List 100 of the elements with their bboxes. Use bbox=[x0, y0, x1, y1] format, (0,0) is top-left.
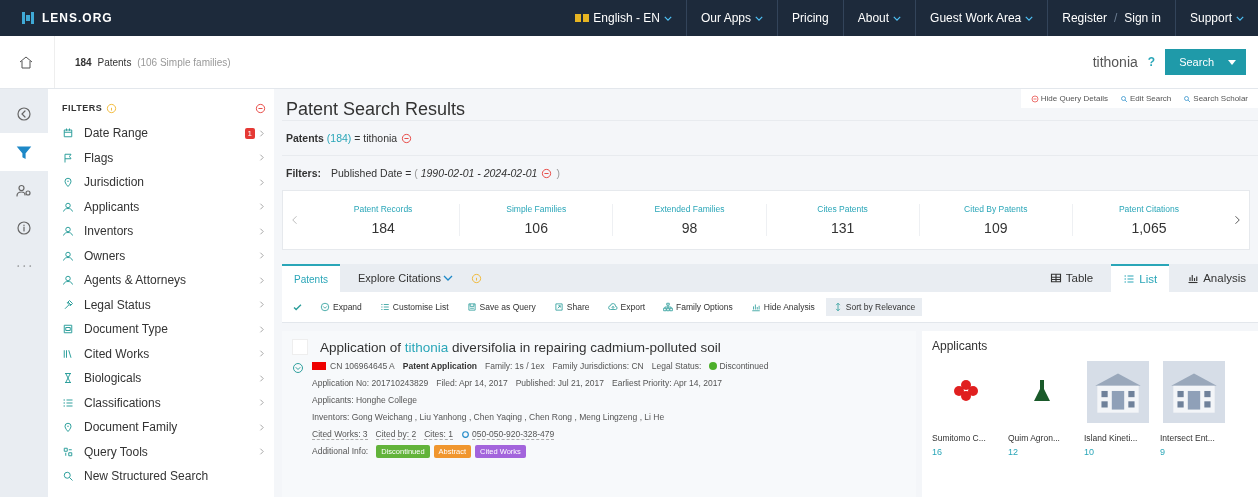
toolbar-button[interactable]: Save as Query bbox=[459, 298, 543, 316]
toolbar-button[interactable]: Expand bbox=[313, 298, 369, 316]
stat-tab[interactable]: Patent Records 184 bbox=[307, 204, 460, 236]
stat-tab[interactable]: Cited By Patents 109 bbox=[918, 204, 1072, 236]
applicant-count: 12 bbox=[1008, 447, 1019, 457]
filter-label: Flags bbox=[84, 150, 115, 165]
sign-in-link[interactable]: Sign in bbox=[1124, 11, 1161, 25]
applicants-line: Applicants: Honghe College bbox=[312, 395, 417, 405]
view-tab[interactable]: Analysis bbox=[1175, 264, 1258, 292]
stat-tab[interactable]: Extended Families 98 bbox=[612, 204, 766, 236]
caret-icon[interactable] bbox=[1228, 59, 1236, 65]
result-title[interactable]: Application of tithonia diversifolia in repairing cadmium-polluted soil bbox=[320, 339, 721, 355]
register-link[interactable]: Register bbox=[1062, 11, 1107, 25]
person-icon bbox=[62, 200, 74, 213]
citation-count-link[interactable]: Cited Works: 3 bbox=[312, 428, 368, 440]
lens-logo-icon bbox=[20, 10, 36, 26]
query-link[interactable]: Hide Query Details bbox=[1030, 94, 1108, 103]
filter-label: Classifications bbox=[84, 395, 162, 410]
list-icon bbox=[1123, 273, 1136, 285]
stat-label: Cites Patents bbox=[817, 204, 868, 214]
clear-filters-icon[interactable] bbox=[255, 102, 266, 114]
remove-icon[interactable] bbox=[541, 167, 553, 179]
expand-icon[interactable] bbox=[292, 362, 304, 374]
cloud-upload-icon bbox=[607, 302, 618, 312]
hierarchy-icon bbox=[663, 302, 674, 312]
applicant-count: 10 bbox=[1084, 447, 1095, 457]
applicant-name[interactable]: Quim Agron... bbox=[1008, 433, 1076, 443]
site-logo[interactable]: LENS.ORG bbox=[42, 11, 113, 25]
patent-detail: Published: Jul 21, 2017 bbox=[515, 378, 604, 388]
filter-item[interactable]: Cited Works bbox=[62, 341, 266, 366]
query-link[interactable]: Edit Search bbox=[1119, 94, 1172, 103]
filter-item[interactable]: Query Tools bbox=[62, 439, 266, 464]
toolbar-button[interactable]: Share bbox=[546, 298, 597, 316]
query-link[interactable]: Search Scholar bbox=[1183, 94, 1248, 103]
filter-item[interactable]: Document Type bbox=[62, 317, 266, 342]
tab[interactable]: Explore Citations bbox=[345, 264, 466, 292]
family-jurisdictions: Family Jurisdictions: CN bbox=[552, 361, 644, 371]
stat-tab[interactable]: Cites Patents 131 bbox=[765, 204, 919, 236]
bar-chart-icon bbox=[1187, 272, 1200, 284]
tools-icon bbox=[62, 445, 74, 458]
toolbar-button[interactable]: Sort by Relevance bbox=[825, 298, 923, 316]
filter-item[interactable]: Owners bbox=[62, 243, 266, 268]
lens-id-icon bbox=[461, 429, 471, 439]
flag-icon bbox=[312, 362, 326, 370]
applicant-count: 16 bbox=[932, 447, 943, 457]
applicant-name[interactable]: Island Kineti... bbox=[1084, 433, 1152, 443]
legal-status-label: Legal Status: bbox=[651, 361, 702, 371]
location-pin-icon bbox=[62, 176, 74, 189]
filter-item[interactable]: Biologicals bbox=[62, 366, 266, 391]
applicant-name[interactable]: Intersect Ent... bbox=[1160, 433, 1228, 443]
filter-icon[interactable] bbox=[0, 133, 48, 171]
filter-item[interactable]: Classifications bbox=[62, 390, 266, 415]
search-query[interactable]: tithonia bbox=[1092, 54, 1138, 70]
filter-item[interactable]: Inventors bbox=[62, 219, 266, 244]
applicant-name[interactable]: Sumitomo C... bbox=[932, 433, 1000, 443]
filter-item[interactable]: Jurisdiction bbox=[62, 170, 266, 195]
select-all-check-icon[interactable] bbox=[292, 301, 303, 313]
filter-item[interactable]: Applicants bbox=[62, 194, 266, 219]
filter-item[interactable]: Flags bbox=[62, 145, 266, 170]
inventors-line: Inventors: Gong Weichang , Liu Yanhong , Chen Yaqing , Chen Rong , Meng Lingzeng , Li He bbox=[312, 412, 665, 422]
filters-heading: FILTERS bbox=[62, 103, 103, 113]
stat-tab[interactable]: Simple Families 106 bbox=[459, 204, 613, 236]
gavel-icon bbox=[62, 298, 74, 311]
search-icon bbox=[1119, 94, 1128, 103]
citation-count-link[interactable]: Cited by: 2 bbox=[375, 428, 417, 440]
patent-detail: Filed: Apr 14, 2017 bbox=[436, 378, 508, 388]
separator: / bbox=[1112, 11, 1119, 25]
toolbar-button[interactable]: Family Options bbox=[656, 298, 740, 316]
filter-item[interactable]: Date Range 1 bbox=[62, 121, 266, 146]
filter-item[interactable]: Document Family bbox=[62, 415, 266, 440]
stat-value: 184 bbox=[371, 220, 395, 236]
patent-number: CN 106964645 A bbox=[330, 361, 395, 371]
books-icon bbox=[62, 347, 74, 360]
applicants-heading: Applicants bbox=[932, 339, 989, 353]
filter-label: Owners bbox=[84, 248, 127, 263]
citation-count-link[interactable]: Cites: 1 bbox=[424, 428, 454, 440]
filter-item[interactable]: Legal Status bbox=[62, 292, 266, 317]
toolbar-button[interactable]: Export bbox=[600, 298, 653, 316]
view-tab[interactable]: Table bbox=[1037, 264, 1106, 292]
info-icon[interactable] bbox=[106, 102, 118, 114]
stat-value: 131 bbox=[830, 220, 855, 236]
toolbar-button[interactable]: Customise List bbox=[372, 298, 456, 316]
language-menu[interactable]: English - EN bbox=[561, 0, 686, 36]
stat-label: Patent Records bbox=[353, 204, 413, 214]
info-icon[interactable] bbox=[471, 272, 483, 284]
stat-tab[interactable]: Patent Citations 1,065 bbox=[1071, 204, 1226, 236]
filter-item[interactable]: New Structured Search bbox=[62, 464, 266, 489]
filter-label: Jurisdiction bbox=[84, 175, 146, 190]
filters-label: Filters: bbox=[286, 167, 321, 179]
home-icon[interactable] bbox=[18, 54, 34, 70]
toolbar-button[interactable]: Hide Analysis bbox=[743, 298, 822, 316]
additional-info-label: Additional Info: bbox=[312, 446, 369, 456]
person-icon bbox=[62, 274, 74, 287]
filter-item[interactable]: Agents & Attorneys bbox=[62, 268, 266, 293]
lens-id-link[interactable]: 050-050-920-328-479 bbox=[472, 428, 555, 440]
filter-label: Inventors bbox=[84, 224, 135, 239]
caret-icon bbox=[664, 15, 672, 21]
remove-icon[interactable] bbox=[401, 132, 413, 144]
patent-detail: Application No: 201710243829 bbox=[312, 378, 429, 388]
search-icon bbox=[1183, 94, 1192, 103]
